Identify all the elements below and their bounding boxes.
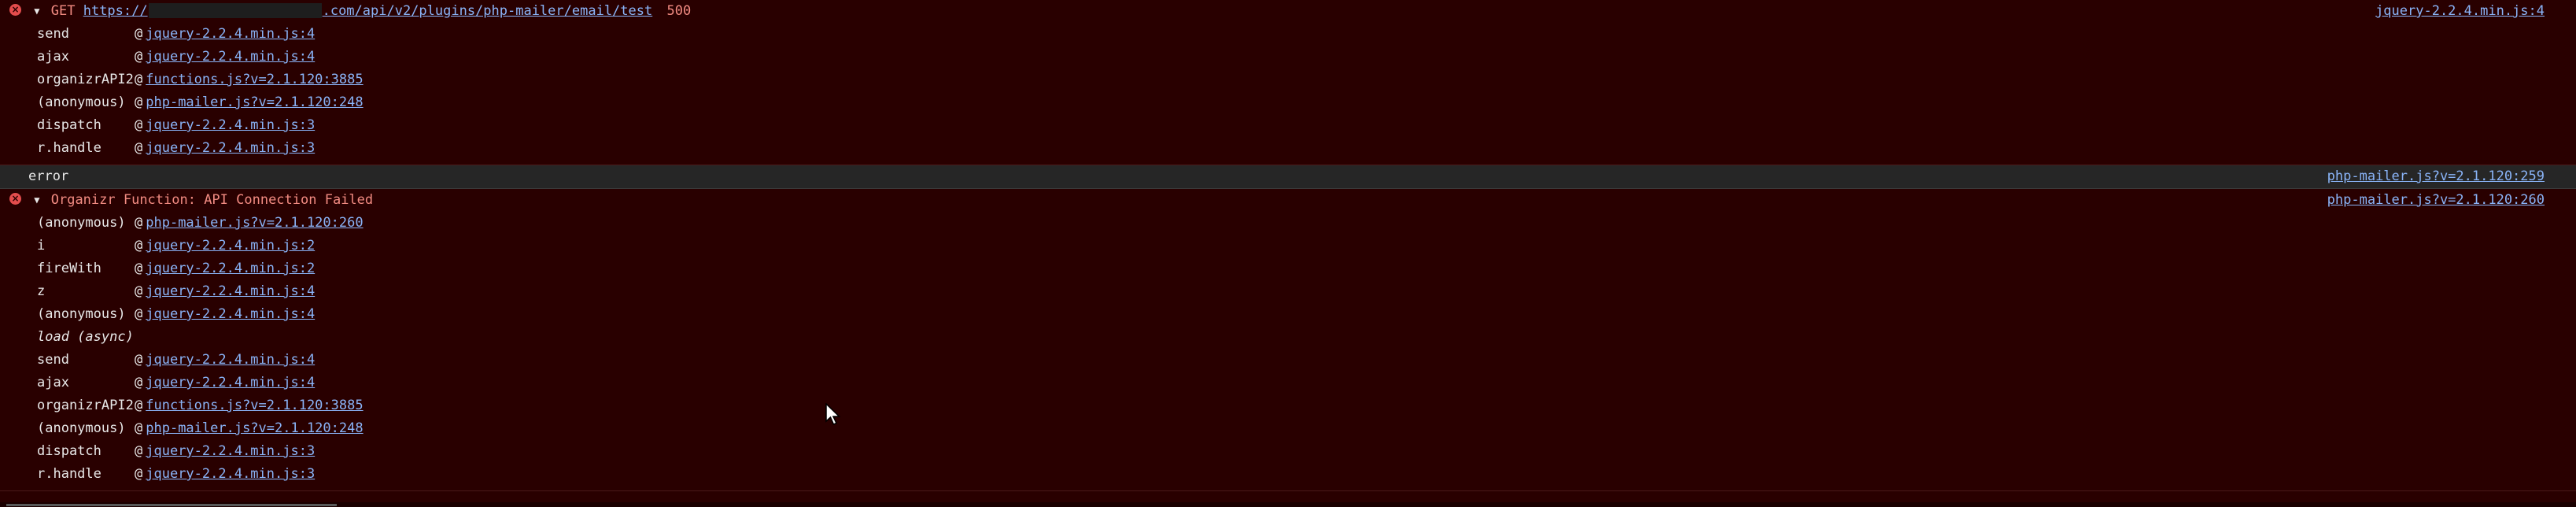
frame-function-name: dispatch <box>37 117 101 133</box>
frame-at-symbol: @ <box>135 398 143 413</box>
stack-frame: dispatch @ jquery-2.2.4.min.js:3 <box>37 114 2576 137</box>
frame-location-link[interactable]: jquery-2.2.4.min.js:2 <box>146 261 315 276</box>
devtools-console: × ▼ GET https://.com/api/v2/plugins/php-… <box>0 0 2576 507</box>
frame-at-symbol: @ <box>135 94 143 110</box>
frame-at-symbol: @ <box>135 140 143 156</box>
frame-function-name: r.handle <box>37 140 101 156</box>
frame-location-link[interactable]: functions.js?v=2.1.120:3885 <box>146 72 363 87</box>
stack-frame: i @ jquery-2.2.4.min.js:2 <box>37 235 2576 257</box>
frame-function-name: ajax <box>37 375 69 390</box>
frame-location-link[interactable]: jquery-2.2.4.min.js:4 <box>146 352 315 368</box>
frame-function-name: organizrAPI2 <box>37 398 134 413</box>
stack-frame: r.handle @ jquery-2.2.4.min.js:3 <box>37 463 2576 486</box>
stack-frame: ajax @ jquery-2.2.4.min.js:4 <box>37 372 2576 394</box>
frame-function-name: fireWith <box>37 261 101 276</box>
frame-at-symbol: @ <box>135 352 143 368</box>
frame-function-name: (anonymous) <box>37 306 126 322</box>
redacted-domain <box>148 3 322 18</box>
frame-location-link[interactable]: jquery-2.2.4.min.js:3 <box>146 140 315 156</box>
frame-at-symbol: @ <box>135 466 143 482</box>
stack-frame: dispatch @ jquery-2.2.4.min.js:3 <box>37 440 2576 463</box>
network-error-header[interactable]: × ▼ GET https://.com/api/v2/plugins/php-… <box>0 0 2576 23</box>
stack-frame: z @ jquery-2.2.4.min.js:4 <box>37 280 2576 303</box>
network-error-message: × ▼ GET https://.com/api/v2/plugins/php-… <box>0 0 2576 165</box>
stack-frame: ajax @ jquery-2.2.4.min.js:4 <box>37 46 2576 68</box>
stack-trace: send @ jquery-2.2.4.min.js:4 ajax @ jquery-2.… <box>0 23 2576 165</box>
triangle-down-icon[interactable]: ▼ <box>34 0 39 23</box>
frame-at-symbol: @ <box>135 72 143 87</box>
frame-function-name: dispatch <box>37 443 101 459</box>
stack-frame: (anonymous) @ php-mailer.js?v=2.1.120:248 <box>37 91 2576 114</box>
frame-at-symbol: @ <box>135 261 143 276</box>
source-link[interactable]: php-mailer.js?v=2.1.120:259 <box>2327 165 2545 188</box>
error-icon: × <box>9 193 21 205</box>
frame-function-name: i <box>37 238 46 254</box>
frame-location-link[interactable]: php-mailer.js?v=2.1.120:248 <box>146 420 363 436</box>
log-text: error <box>28 168 69 184</box>
stack-frame: organizrAPI2@ functions.js?v=2.1.120:3885 <box>37 68 2576 91</box>
frame-location-link[interactable]: jquery-2.2.4.min.js:4 <box>146 306 315 322</box>
function-error-header[interactable]: × ▼ Organizr Function: API Connection Fa… <box>0 189 2576 212</box>
frame-function-name: z <box>37 283 46 299</box>
source-link[interactable]: php-mailer.js?v=2.1.120:260 <box>2327 189 2545 212</box>
request-method: GET <box>50 3 76 19</box>
frame-function-name: (anonymous) <box>37 215 126 231</box>
frame-function-name: (anonymous) <box>37 420 126 436</box>
error-message-text: Organizr Function: API Connection Failed <box>50 192 374 208</box>
frame-location-link[interactable]: jquery-2.2.4.min.js:4 <box>146 283 315 299</box>
stack-frame: organizrAPI2@ functions.js?v=2.1.120:3885 <box>37 394 2576 417</box>
frame-function-name: (anonymous) <box>37 94 126 110</box>
frame-location-link[interactable]: php-mailer.js?v=2.1.120:260 <box>146 215 363 231</box>
mouse-pointer-icon <box>825 403 841 425</box>
frame-at-symbol: @ <box>135 117 143 133</box>
async-boundary-label: load (async) <box>37 329 134 345</box>
frame-at-symbol: @ <box>135 238 143 254</box>
frame-location-link[interactable]: jquery-2.2.4.min.js:3 <box>146 466 315 482</box>
stack-frame: (anonymous) @ jquery-2.2.4.min.js:4 <box>37 303 2576 326</box>
frame-function-name: organizrAPI2 <box>37 72 134 87</box>
frame-at-symbol: @ <box>135 306 143 322</box>
frame-at-symbol: @ <box>135 443 143 459</box>
console-log-row: error php-mailer.js?v=2.1.120:259 <box>0 165 2576 189</box>
frame-at-symbol: @ <box>135 375 143 390</box>
stack-frame: send @ jquery-2.2.4.min.js:4 <box>37 349 2576 372</box>
frame-function-name: send <box>37 26 69 42</box>
frame-location-link[interactable]: jquery-2.2.4.min.js:3 <box>146 443 315 459</box>
stack-frame: (anonymous) @ php-mailer.js?v=2.1.120:260 <box>37 212 2576 235</box>
stack-frame: fireWith @ jquery-2.2.4.min.js:2 <box>37 257 2576 280</box>
frame-at-symbol: @ <box>135 283 143 299</box>
frame-function-name: send <box>37 352 69 368</box>
stack-frame: (anonymous) @ php-mailer.js?v=2.1.120:248 <box>37 417 2576 440</box>
scrollbar-thumb[interactable] <box>6 504 337 506</box>
frame-location-link[interactable]: functions.js?v=2.1.120:3885 <box>146 398 363 413</box>
frame-location-link[interactable]: jquery-2.2.4.min.js:4 <box>146 49 315 65</box>
error-icon: × <box>9 4 21 16</box>
source-link[interactable]: jquery-2.2.4.min.js:4 <box>2375 0 2545 23</box>
stack-frame: r.handle @ jquery-2.2.4.min.js:3 <box>37 137 2576 160</box>
stack-trace: (anonymous) @ php-mailer.js?v=2.1.120:260 i… <box>0 212 2576 490</box>
frame-location-link[interactable]: php-mailer.js?v=2.1.120:248 <box>146 94 363 110</box>
horizontal-scrollbar[interactable] <box>0 502 2576 507</box>
status-code: 500 <box>666 3 692 19</box>
request-url[interactable]: https://.com/api/v2/plugins/php-mailer/e… <box>83 3 652 19</box>
frame-location-link[interactable]: jquery-2.2.4.min.js:4 <box>146 375 315 390</box>
function-error-message: × ▼ Organizr Function: API Connection Fa… <box>0 189 2576 491</box>
frame-at-symbol: @ <box>135 49 143 65</box>
frame-function-name: ajax <box>37 49 69 65</box>
frame-at-symbol: @ <box>135 420 143 436</box>
frame-location-link[interactable]: jquery-2.2.4.min.js:2 <box>146 238 315 254</box>
frame-at-symbol: @ <box>135 215 143 231</box>
triangle-down-icon[interactable]: ▼ <box>34 189 39 212</box>
frame-location-link[interactable]: jquery-2.2.4.min.js:4 <box>146 26 315 42</box>
frame-location-link[interactable]: jquery-2.2.4.min.js:3 <box>146 117 315 133</box>
frame-at-symbol: @ <box>135 26 143 42</box>
stack-frame: send @ jquery-2.2.4.min.js:4 <box>37 23 2576 46</box>
frame-function-name: r.handle <box>37 466 101 482</box>
